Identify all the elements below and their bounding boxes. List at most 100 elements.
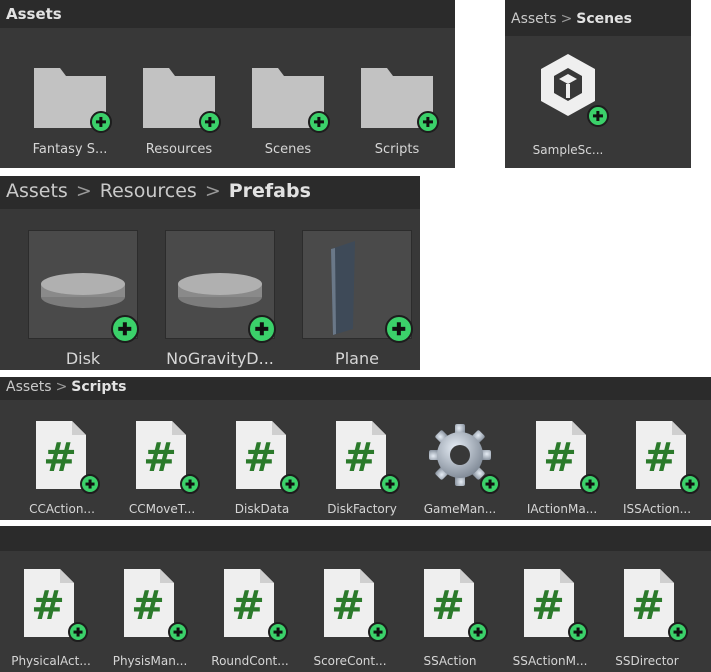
breadcrumb-mid[interactable]: Resources [100,180,197,202]
asset-label: Fantasy S... [32,142,108,157]
breadcrumb-root[interactable]: Assets [6,379,52,395]
svg-text:#: # [631,583,665,629]
asset-folder-scripts[interactable]: Scripts [357,62,439,162]
svg-text:#: # [43,435,77,481]
breadcrumb-separator: > [560,11,573,27]
plus-badge-icon [80,474,100,494]
plus-badge-icon [199,111,221,133]
asset-scene-sample[interactable]: SampleSc... [533,50,609,160]
plus-badge-icon [180,474,200,494]
svg-text:#: # [31,583,65,629]
plus-badge-icon [68,622,88,642]
plus-badge-icon [468,622,488,642]
assets-panel-title: Assets [6,5,62,23]
plus-badge-icon [385,315,413,343]
asset-label: SampleSc... [532,143,604,157]
breadcrumb: Assets > Scenes [505,0,691,36]
asset-label: PhysicalAct... [11,654,91,668]
svg-text:#: # [143,435,177,481]
svg-text:#: # [343,435,377,481]
assets-panel-header: Assets [0,0,455,28]
asset-label: DiskFactory [327,502,397,516]
plus-badge-icon [308,111,330,133]
asset-label: CCMoveT... [128,502,196,516]
script-ccaction[interactable]: # CCAction... [29,419,100,519]
breadcrumb-root[interactable]: Assets [511,11,557,27]
plus-badge-icon [417,111,439,133]
asset-label: PhysisMan... [112,654,188,668]
svg-text:#: # [243,435,277,481]
asset-label: CCAction... [29,502,95,516]
plus-badge-icon [568,622,588,642]
svg-text:#: # [331,583,365,629]
asset-folder-resources[interactable]: Resources [139,62,221,162]
scenes-panel: Assets > Scenes SampleSc... [505,0,691,168]
plus-badge-icon [248,315,276,343]
asset-label: DiskData [234,502,290,516]
script-roundcontroller[interactable]: # RoundCont... [211,567,289,668]
plus-badge-icon [480,474,500,494]
svg-text:#: # [231,583,265,629]
breadcrumb-separator: > [55,379,68,395]
breadcrumb-root[interactable]: Assets [6,180,68,202]
breadcrumb: Assets > Scripts [0,377,711,400]
prefab-nogravity-disk[interactable]: NoGravityD... [166,231,276,370]
plus-badge-icon [668,622,688,642]
script-ssaction[interactable]: # SSAction [418,567,488,668]
asset-label: ScoreCont... [313,654,387,668]
plus-badge-icon [587,105,609,127]
asset-label: RoundCont... [211,654,289,668]
asset-label: GameMan... [423,502,497,516]
breadcrumb: Assets > Resources > Prefabs [0,176,420,209]
breadcrumb-current: Prefabs [228,180,311,202]
prefabs-panel: Assets > Resources > Prefabs Disk NoGravityD… [0,176,420,370]
asset-label: IActionMa... [526,502,598,516]
plus-badge-icon [168,622,188,642]
assets-panel: Assets Fantasy S... Resources Scenes Scr… [0,0,455,168]
script-diskfactory[interactable]: # DiskFactory [327,419,400,519]
asset-label: Scenes [264,142,312,157]
script-ccmovet[interactable]: # CCMoveT... [129,419,200,519]
script-ssactionmanager[interactable]: # SSActionM... [513,567,588,668]
script-physicalaction[interactable]: # PhysicalAct... [11,567,91,668]
scripts-panel: Assets > Scripts # CCAction... # CCMoveT..… [0,377,711,672]
plus-badge-icon [280,474,300,494]
svg-text:#: # [431,583,465,629]
plus-badge-icon [268,622,288,642]
script-diskdata[interactable]: # DiskData [230,419,300,519]
script-scorecontroller[interactable]: # ScoreCont... [313,567,388,668]
svg-text:#: # [531,583,565,629]
asset-label: SSDirector [615,654,679,668]
asset-label: SSAction [423,654,477,668]
plus-badge-icon [680,474,700,494]
asset-label: Scripts [374,142,420,157]
breadcrumb-separator: > [75,180,92,202]
asset-label: Plane [335,349,379,368]
plus-badge-icon [580,474,600,494]
asset-label: ISSAction... [622,502,692,516]
svg-text:#: # [643,435,677,481]
asset-label: Disk [65,349,101,368]
asset-label: SSActionM... [512,654,588,668]
plus-badge-icon [368,622,388,642]
breadcrumb-current: Scripts [71,379,127,395]
breadcrumb-current: Scenes [576,11,632,27]
script-physismanager[interactable]: # PhysisMan... [113,567,188,668]
svg-text:#: # [543,435,577,481]
plus-badge-icon [111,315,139,343]
asset-folder-fantasy[interactable]: Fantasy S... [30,62,112,162]
script-iactionmanager[interactable]: # IActionMa... [527,419,600,519]
svg-text:#: # [131,583,165,629]
prefab-plane[interactable]: Plane [303,231,413,370]
toolbar-strip [0,526,711,551]
breadcrumb-separator: > [204,180,221,202]
asset-label: NoGravityD... [166,349,274,368]
script-gamemanager[interactable]: GameMan... [424,419,500,519]
asset-label: Resources [145,142,213,157]
script-ssdirector[interactable]: # SSDirector [615,567,688,668]
asset-folder-scenes[interactable]: Scenes [248,62,330,162]
prefab-disk[interactable]: Disk [29,231,139,370]
plus-badge-icon [90,111,112,133]
plus-badge-icon [380,474,400,494]
script-issaction[interactable]: # ISSAction... [623,419,700,519]
